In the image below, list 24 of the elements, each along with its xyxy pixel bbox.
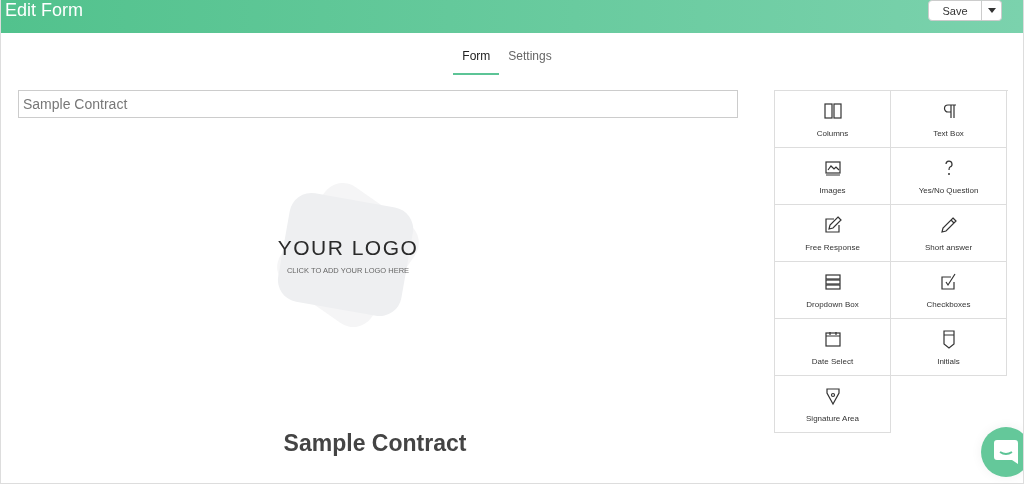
- form-element-tile[interactable]: Signature Area: [775, 376, 891, 433]
- form-element-tile[interactable]: Text Box: [891, 91, 1007, 148]
- chat-icon: [991, 437, 1021, 467]
- logo-title: YOUR LOGO: [277, 235, 419, 260]
- columns-icon: [822, 100, 843, 121]
- tab[interactable]: Form: [453, 45, 500, 75]
- form-element-tile[interactable]: Initials: [891, 319, 1007, 376]
- form-title-field[interactable]: Sample Contract: [18, 90, 738, 118]
- form-element-tile[interactable]: Images: [775, 148, 891, 205]
- save-button[interactable]: Save: [928, 0, 982, 21]
- tab[interactable]: Settings: [499, 45, 561, 75]
- caret-icon: [987, 8, 996, 13]
- form-element-tile[interactable]: Yes/No Question: [891, 148, 1007, 205]
- form-heading: Sample Contract: [283, 430, 467, 457]
- edit-icon: [822, 214, 843, 235]
- page-title: Edit Form: [5, 0, 83, 20]
- form-element-tile[interactable]: Date Select: [775, 319, 891, 376]
- save-options-button[interactable]: [982, 0, 1002, 21]
- form-element-tile[interactable]: Columns: [775, 91, 891, 148]
- form-element-tile[interactable]: Short answer: [891, 205, 1007, 262]
- list-icon: [822, 271, 843, 292]
- form-element-tile[interactable]: Free Response: [775, 205, 891, 262]
- form-element-tile[interactable]: Checkboxes: [891, 262, 1007, 319]
- form-element-tile[interactable]: Dropdown Box: [775, 262, 891, 319]
